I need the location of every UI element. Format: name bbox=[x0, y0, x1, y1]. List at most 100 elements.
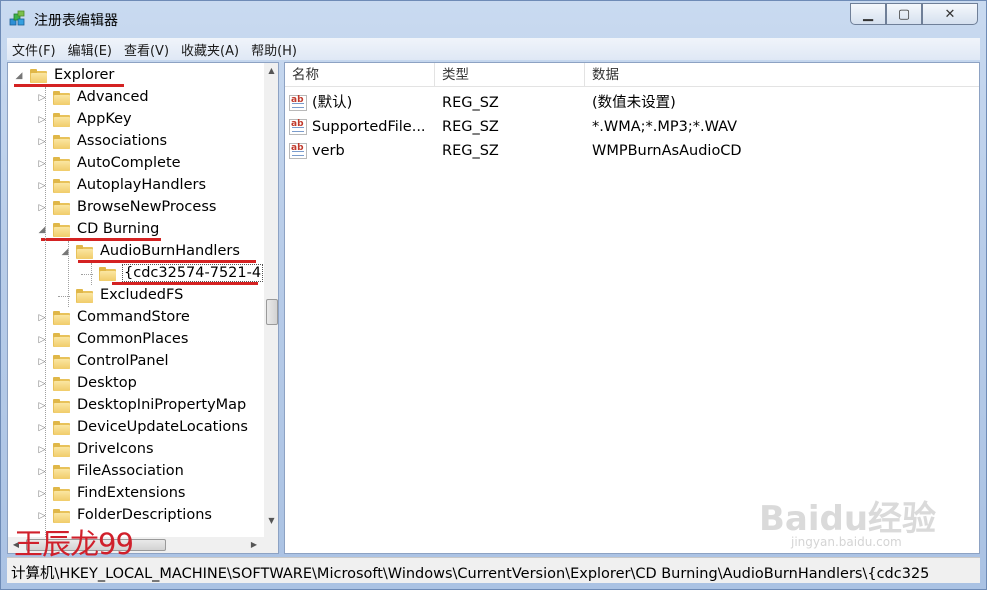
tree-guide-line bbox=[91, 263, 92, 285]
tree-node-label: CD Burning bbox=[77, 221, 160, 237]
minimize-icon: ▁ bbox=[863, 6, 873, 22]
tree-node-label: FileAssociation bbox=[77, 463, 184, 479]
folder-icon bbox=[76, 245, 93, 259]
value-type: REG_SZ bbox=[442, 119, 499, 135]
tree-node[interactable]: ▷ CommonPlaces bbox=[8, 329, 264, 351]
tree-node[interactable]: ▷ FindExtensions bbox=[8, 483, 264, 505]
folder-icon bbox=[53, 113, 70, 127]
title-bar[interactable]: 注册表编辑器 ▁ ▢ ✕ bbox=[1, 1, 986, 37]
tree-node-label: DriveIcons bbox=[77, 441, 154, 457]
minimize-button[interactable]: ▁ bbox=[850, 3, 886, 25]
tree-node-label: BrowseNewProcess bbox=[77, 199, 217, 215]
window-title: 注册表编辑器 bbox=[34, 13, 118, 29]
column-name-header[interactable]: 名称 bbox=[285, 63, 435, 87]
tree-node-label: ExcludedFS bbox=[100, 287, 184, 303]
tree-node[interactable]: ◢ Explorer bbox=[8, 65, 264, 87]
menu-view[interactable]: 查看(V) bbox=[119, 40, 174, 59]
folder-icon bbox=[76, 289, 93, 303]
tree-node[interactable]: ▷ AutoComplete bbox=[8, 153, 264, 175]
folder-icon bbox=[53, 311, 70, 325]
tree-node-label: AutoplayHandlers bbox=[77, 177, 207, 193]
folder-icon bbox=[53, 91, 70, 105]
folder-icon bbox=[53, 399, 70, 413]
value-data: WMPBurnAsAudioCD bbox=[592, 143, 742, 159]
folder-icon bbox=[53, 179, 70, 193]
value-type: REG_SZ bbox=[442, 95, 499, 111]
tree-node-label: {cdc32574-7521-4 bbox=[121, 264, 264, 282]
value-type: REG_SZ bbox=[442, 143, 499, 159]
value-data: *.WMA;*.MP3;*.WAV bbox=[592, 119, 738, 135]
close-button[interactable]: ✕ bbox=[922, 3, 978, 25]
tree-node[interactable]: ▷ Desktop bbox=[8, 373, 264, 395]
tree-node[interactable]: ▷ AutoplayHandlers bbox=[8, 175, 264, 197]
tree-node-label: AppKey bbox=[77, 111, 132, 127]
tree-node[interactable]: ▷ AppKey bbox=[8, 109, 264, 131]
collapse-arrow-icon[interactable]: ◢ bbox=[14, 71, 24, 81]
tree-node[interactable]: ExcludedFS bbox=[8, 285, 264, 307]
close-icon: ✕ bbox=[944, 6, 956, 22]
tree-node[interactable]: ▷ DriveIcons bbox=[8, 439, 264, 461]
tree-node-label: CommonPlaces bbox=[77, 331, 189, 347]
folder-icon bbox=[53, 421, 70, 435]
scroll-down-icon[interactable]: ▼ bbox=[264, 513, 278, 529]
tree-node-label: Desktop bbox=[77, 375, 137, 391]
tree-node-label: AutoComplete bbox=[77, 155, 181, 171]
value-row[interactable]: ab SupportedFile... REG_SZ *.WMA;*.MP3;*… bbox=[285, 115, 979, 139]
tree-node-label: ControlPanel bbox=[77, 353, 169, 369]
tree-guide-line bbox=[45, 87, 46, 553]
tree-vertical-scrollbar[interactable]: ▲ ▼ bbox=[264, 63, 278, 537]
registry-tree[interactable]: ◢ Explorer ▷ Advanced ▷ AppKey ▷ Associations ▷ A… bbox=[7, 62, 279, 554]
tree-node-label: Advanced bbox=[77, 89, 149, 105]
folder-icon bbox=[53, 355, 70, 369]
tree-node[interactable]: ▷ CommandStore bbox=[8, 307, 264, 329]
menu-file[interactable]: 文件(F) bbox=[7, 40, 61, 59]
tree-node[interactable]: ◢ CD Burning bbox=[8, 219, 264, 241]
folder-icon bbox=[53, 465, 70, 479]
column-type-header[interactable]: 类型 bbox=[435, 63, 585, 87]
scroll-thumb[interactable] bbox=[266, 299, 278, 325]
value-row[interactable]: ab (默认) REG_SZ (数值未设置) bbox=[285, 91, 979, 115]
values-list[interactable]: 名称 类型 数据 ab (默认) REG_SZ (数值未设置) ab Suppo… bbox=[284, 62, 980, 554]
regedit-window: 注册表编辑器 ▁ ▢ ✕ 文件(F) 编辑(E) 查看(V) 收藏夹(A) 帮助… bbox=[0, 0, 987, 590]
window-controls: ▁ ▢ ✕ bbox=[850, 3, 978, 25]
folder-icon bbox=[53, 157, 70, 171]
string-value-icon: ab bbox=[289, 95, 307, 111]
value-name: SupportedFile... bbox=[312, 119, 426, 135]
tree-node-label: FindExtensions bbox=[77, 485, 186, 501]
menu-favorites[interactable]: 收藏夹(A) bbox=[176, 40, 244, 59]
tree-node[interactable]: ▷ DesktopIniPropertyMap bbox=[8, 395, 264, 417]
scroll-corner bbox=[264, 537, 278, 553]
tree-node-label: CommandStore bbox=[77, 309, 190, 325]
maximize-icon: ▢ bbox=[897, 6, 911, 22]
scroll-up-icon[interactable]: ▲ bbox=[264, 63, 278, 79]
folder-icon bbox=[53, 377, 70, 391]
tree-node[interactable]: ▷ BrowseNewProcess bbox=[8, 197, 264, 219]
string-value-icon: ab bbox=[289, 143, 307, 159]
folder-icon bbox=[53, 223, 70, 237]
folder-icon bbox=[30, 69, 47, 83]
menu-help[interactable]: 帮助(H) bbox=[246, 40, 302, 59]
column-data-header[interactable]: 数据 bbox=[585, 63, 979, 87]
tree-node[interactable]: {cdc32574-7521-4 bbox=[8, 263, 264, 285]
menu-edit[interactable]: 编辑(E) bbox=[63, 40, 117, 59]
tree-node-label: Explorer bbox=[54, 67, 115, 83]
scroll-right-icon[interactable]: ▶ bbox=[246, 537, 262, 553]
tree-node[interactable]: ◢ AudioBurnHandlers bbox=[8, 241, 264, 263]
regedit-icon bbox=[9, 10, 25, 26]
folder-icon bbox=[53, 135, 70, 149]
value-row[interactable]: ab verb REG_SZ WMPBurnAsAudioCD bbox=[285, 139, 979, 163]
tree-node[interactable]: ▷ FileAssociation bbox=[8, 461, 264, 483]
status-bar: 计算机\HKEY_LOCAL_MACHINE\SOFTWARE\Microsof… bbox=[7, 557, 980, 583]
tree-node-label: AudioBurnHandlers bbox=[100, 243, 240, 259]
list-header: 名称 类型 数据 bbox=[285, 63, 979, 87]
tree-node[interactable]: ▷ ControlPanel bbox=[8, 351, 264, 373]
tree-guide-line bbox=[68, 241, 69, 307]
folder-icon bbox=[53, 333, 70, 347]
value-data: (数值未设置) bbox=[592, 95, 676, 111]
maximize-button[interactable]: ▢ bbox=[886, 3, 922, 25]
tree-node[interactable]: ▷ DeviceUpdateLocations bbox=[8, 417, 264, 439]
baidu-watermark-url: jingyan.baidu.com bbox=[791, 535, 902, 549]
tree-node[interactable]: ▷ Advanced bbox=[8, 87, 264, 109]
tree-node[interactable]: ▷ Associations bbox=[8, 131, 264, 153]
folder-icon bbox=[53, 201, 70, 215]
